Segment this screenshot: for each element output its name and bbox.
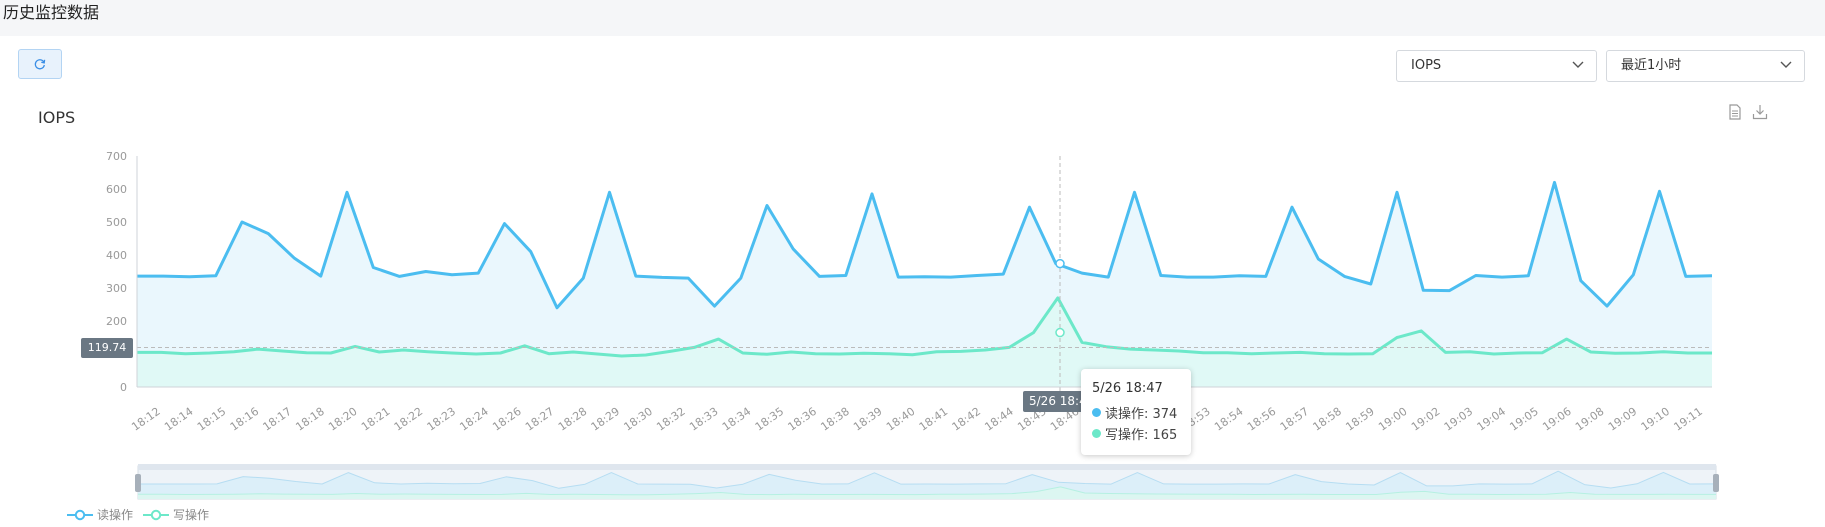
y-axis-pointer-label: 119.74 xyxy=(81,338,133,358)
legend-label-read: 读操作 xyxy=(97,508,134,522)
legend-item-read[interactable]: 读操作 xyxy=(67,506,133,523)
x-axis-pointer-label: 5/26 18:47 xyxy=(1023,391,1089,412)
x-tick-label: 18:35 xyxy=(753,405,786,434)
chart-legend: 读操作 写操作 xyxy=(67,506,219,523)
x-tick-label: 18:40 xyxy=(884,405,917,434)
x-tick-label: 18:38 xyxy=(818,405,851,434)
x-tick-label: 18:15 xyxy=(195,405,228,434)
x-tick-label: 18:44 xyxy=(982,405,1015,434)
x-tick-label: 18:27 xyxy=(523,405,556,434)
x-tick-label: 19:00 xyxy=(1376,405,1409,434)
x-tick-label: 18:26 xyxy=(490,405,523,434)
x-tick-label: 18:18 xyxy=(293,405,326,434)
x-tick-label: 18:56 xyxy=(1245,405,1278,434)
x-tick-label: 18:28 xyxy=(556,405,589,434)
x-tick-label: 19:05 xyxy=(1507,405,1540,434)
x-tick-label: 18:33 xyxy=(687,405,720,434)
legend-line-circle-icon xyxy=(67,509,93,520)
x-tick-label: 19:09 xyxy=(1606,405,1639,434)
x-tick-label: 18:54 xyxy=(1212,405,1245,434)
x-tick-label: 19:02 xyxy=(1409,405,1442,434)
x-tick-label: 18:23 xyxy=(425,405,458,434)
iops-chart: 010020030040050060070018:1218:1418:1518:… xyxy=(106,150,1719,500)
legend-item-write[interactable]: 写操作 xyxy=(143,506,209,523)
x-tick-label: 18:29 xyxy=(589,405,622,434)
x-tick-label: 18:32 xyxy=(654,405,687,434)
tooltip-row-write: 写操作: 165 xyxy=(1092,423,1180,444)
y-tick-label: 300 xyxy=(106,282,127,295)
tooltip-title: 5/26 18:47 xyxy=(1092,381,1163,396)
x-tick-label: 19:11 xyxy=(1671,405,1704,434)
read-series-dot xyxy=(1092,408,1101,417)
y-tick-label: 600 xyxy=(106,183,127,196)
y-tick-label: 500 xyxy=(106,216,127,229)
x-tick-label: 18:30 xyxy=(621,405,654,434)
x-tick-label: 18:34 xyxy=(720,405,753,434)
x-tick-label: 18:36 xyxy=(786,405,819,434)
x-tick-label: 18:42 xyxy=(950,405,983,434)
x-tick-label: 19:04 xyxy=(1475,405,1508,434)
write-hover-point xyxy=(1055,327,1065,338)
chart-tooltip: 5/26 18:47 读操作: 374 写操作: 165 xyxy=(1081,369,1191,455)
x-tick-label: 18:39 xyxy=(851,405,884,434)
y-tick-label: 700 xyxy=(106,150,127,163)
x-tick-label: 18:58 xyxy=(1311,405,1344,434)
legend-label-write: 写操作 xyxy=(173,508,210,522)
x-tick-label: 18:12 xyxy=(129,405,162,434)
x-tick-label: 18:22 xyxy=(392,405,425,434)
zoom-slider-bar[interactable] xyxy=(138,464,1716,470)
zoom-handle-right[interactable] xyxy=(1713,474,1719,492)
tooltip-write-value: 写操作: 165 xyxy=(1105,428,1178,443)
tooltip-read-value: 读操作: 374 xyxy=(1105,407,1178,422)
x-tick-label: 18:41 xyxy=(917,405,950,434)
x-tick-label: 18:20 xyxy=(326,405,359,434)
y-tick-label: 0 xyxy=(120,381,127,394)
x-tick-label: 18:24 xyxy=(457,405,490,434)
x-tick-label: 18:14 xyxy=(162,405,195,434)
read-hover-point xyxy=(1055,258,1065,269)
zoom-handle-left[interactable] xyxy=(135,474,141,492)
tooltip-row-read: 读操作: 374 xyxy=(1092,402,1180,423)
write-series-dot xyxy=(1092,429,1101,438)
x-tick-label: 19:08 xyxy=(1573,405,1606,434)
x-tick-label: 18:17 xyxy=(261,405,294,434)
x-tick-label: 18:57 xyxy=(1278,405,1311,434)
x-tick-label: 19:03 xyxy=(1442,405,1475,434)
legend-line-circle-icon xyxy=(143,509,170,520)
y-tick-label: 200 xyxy=(106,315,127,328)
y-tick-label: 400 xyxy=(106,249,127,262)
x-tick-label: 18:21 xyxy=(359,405,392,434)
x-tick-label: 19:06 xyxy=(1540,405,1573,434)
x-tick-label: 18:16 xyxy=(228,405,261,434)
x-tick-label: 18:59 xyxy=(1343,405,1376,434)
x-tick-label: 19:10 xyxy=(1639,405,1672,434)
